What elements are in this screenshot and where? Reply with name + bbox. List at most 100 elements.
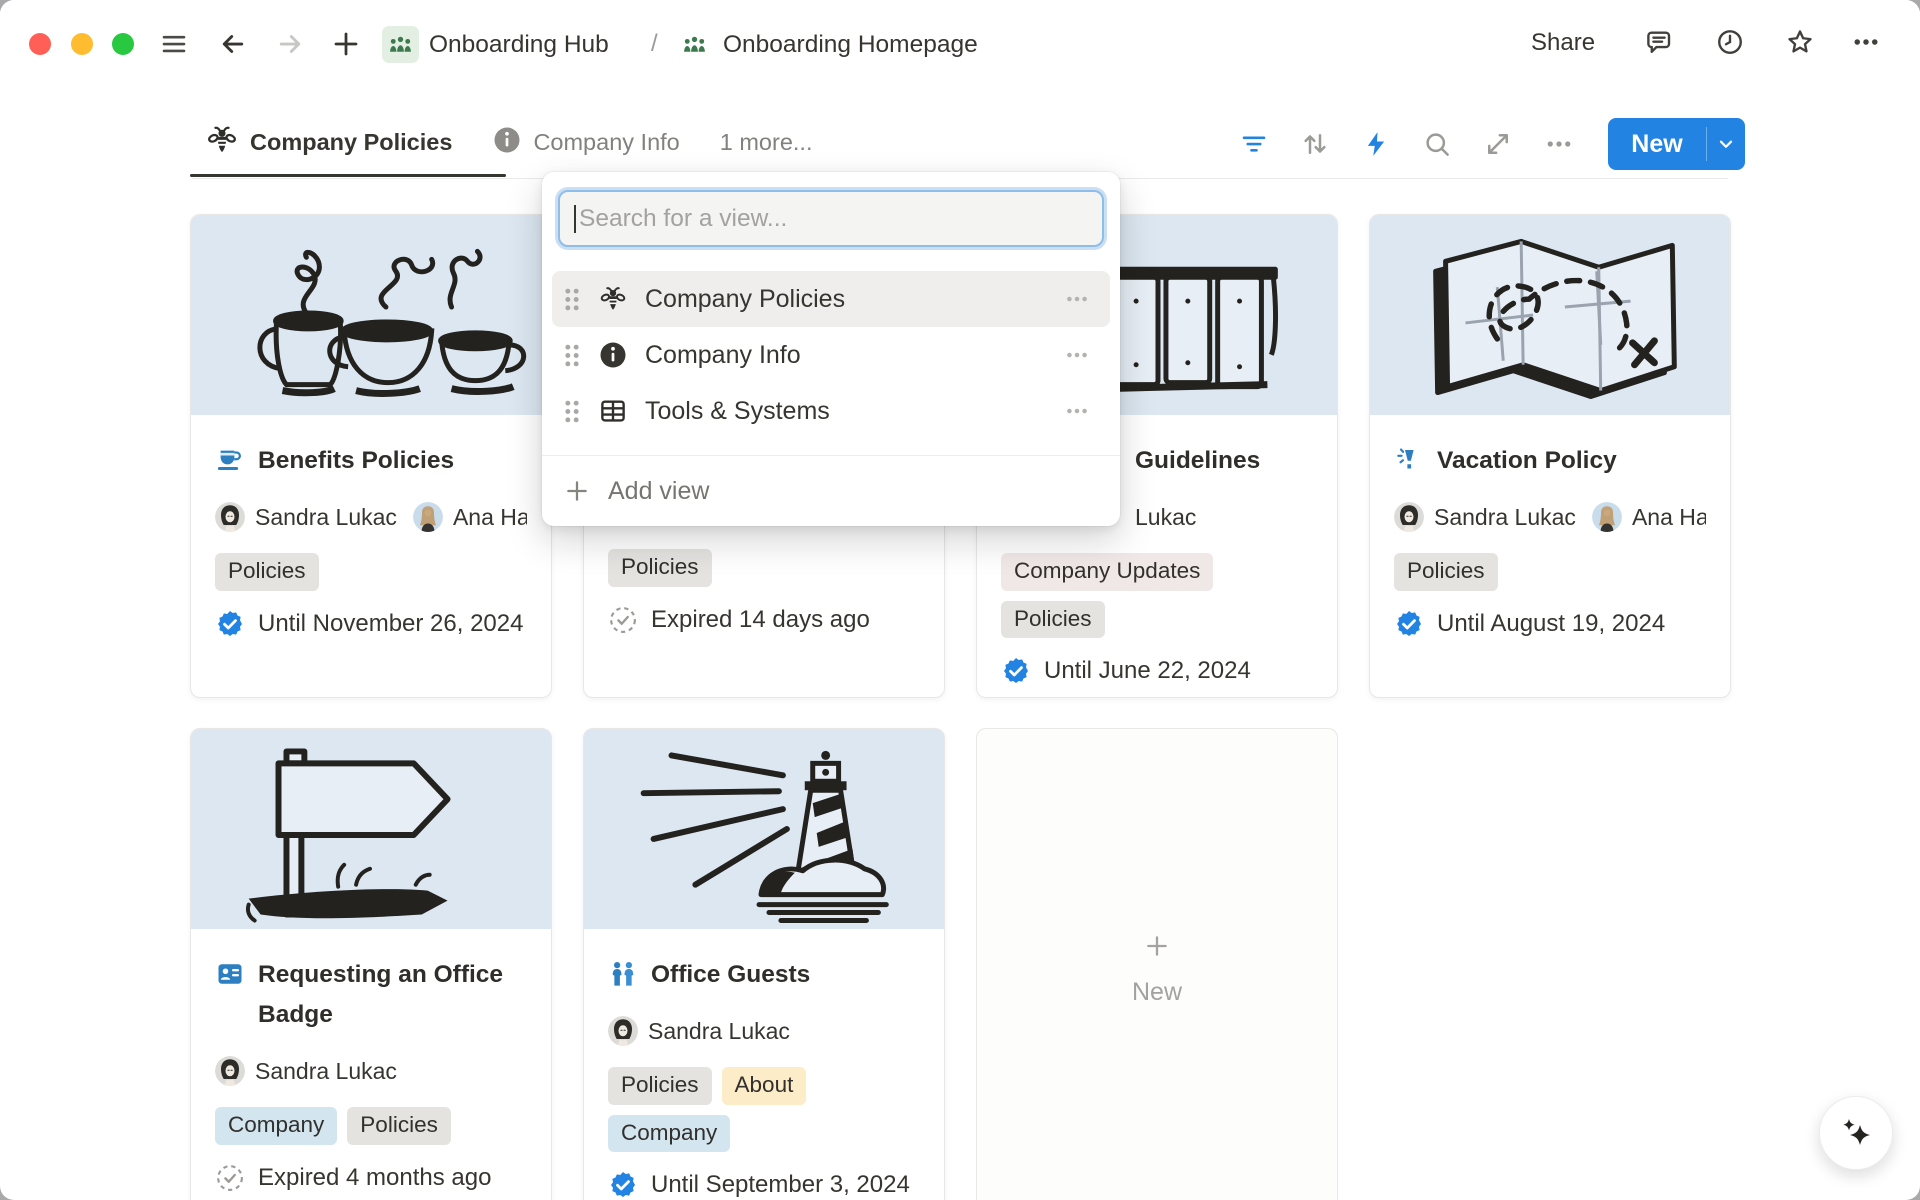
item-options-ellipsis-icon[interactable] bbox=[1064, 286, 1090, 312]
favorite-star-icon[interactable] bbox=[1784, 26, 1816, 58]
views-list: Company Policies Company Info Tools & Syst… bbox=[552, 271, 1110, 439]
drag-handle-icon[interactable] bbox=[564, 400, 580, 423]
person: Ana Hau bbox=[1592, 502, 1706, 532]
view-toolbar: New bbox=[1238, 118, 1745, 170]
status-text: Until November 26, 2024 bbox=[258, 610, 523, 638]
window-titlebar: Onboarding Hub / Onboarding Homepage Sha… bbox=[0, 0, 1920, 88]
person: Sandra Lukac bbox=[1394, 502, 1576, 532]
card-tags-row: Company UpdatesPolicies bbox=[1001, 553, 1313, 638]
card-body: Vacation PolicySandra LukacAna HauPolici… bbox=[1370, 415, 1730, 661]
card-title-row: Benefits Policies bbox=[215, 441, 527, 481]
verified-badge-icon bbox=[1394, 609, 1424, 639]
tabs-more-link[interactable]: 1 more... bbox=[720, 129, 813, 156]
new-card-placeholder[interactable]: New bbox=[976, 728, 1338, 1200]
card-body: Office GuestsSandra LukacPoliciesAboutCo… bbox=[584, 929, 944, 1200]
ai-assistant-button[interactable] bbox=[1819, 1096, 1893, 1170]
automation-lightning-icon[interactable] bbox=[1360, 128, 1392, 160]
card-cover-illustration bbox=[1370, 215, 1730, 415]
breadcrumb-separator: / bbox=[651, 30, 658, 58]
view-menu-item-label: Company Policies bbox=[645, 285, 1064, 314]
tab-company-info[interactable]: Company Info bbox=[492, 125, 679, 160]
comments-icon[interactable] bbox=[1643, 26, 1675, 58]
gallery-card[interactable]: Vacation PolicySandra LukacAna HauPolici… bbox=[1369, 214, 1731, 698]
tag-chip: Company bbox=[608, 1115, 730, 1153]
more-options-icon[interactable] bbox=[1850, 26, 1882, 58]
card-status-row: Until September 3, 2024 bbox=[608, 1170, 920, 1200]
card-title: Benefits Policies bbox=[258, 441, 454, 481]
expand-view-icon[interactable] bbox=[1482, 128, 1514, 160]
card-people-row: Sandra LukacAna Ha bbox=[215, 501, 527, 533]
minimize-window-button[interactable] bbox=[71, 33, 93, 55]
sidebar-menu-icon[interactable] bbox=[158, 28, 190, 60]
view-menu-item[interactable]: Company Policies bbox=[552, 271, 1110, 327]
view-tabs: Company Policies Company Info 1 more... bbox=[205, 123, 812, 162]
add-view-label: Add view bbox=[608, 477, 709, 506]
new-button[interactable]: New bbox=[1608, 118, 1745, 170]
breadcrumb-onboarding-hub[interactable]: Onboarding Hub bbox=[382, 26, 609, 63]
card-title-row: Requesting an Office Badge bbox=[215, 955, 527, 1035]
tag-chip: Policies bbox=[1001, 601, 1105, 639]
view-menu-item-label: Tools & Systems bbox=[645, 397, 1064, 426]
item-options-ellipsis-icon[interactable] bbox=[1064, 398, 1090, 424]
history-clock-icon[interactable] bbox=[1714, 26, 1746, 58]
item-options-ellipsis-icon[interactable] bbox=[1064, 342, 1090, 368]
card-title: Vacation Policy bbox=[1437, 441, 1617, 481]
card-cover-illustration bbox=[584, 729, 944, 929]
card-tags-row: PoliciesAboutCompany bbox=[608, 1067, 920, 1152]
views-dropdown: Search for a view... Company PoliciesCom… bbox=[542, 172, 1120, 526]
back-icon[interactable] bbox=[217, 28, 249, 60]
new-button-label: New bbox=[1608, 130, 1706, 159]
card-cover-illustration bbox=[191, 729, 551, 929]
status-text: Expired 4 months ago bbox=[258, 1164, 491, 1192]
view-search-input[interactable]: Search for a view... bbox=[558, 190, 1104, 247]
card-tags-row: Policies bbox=[215, 553, 527, 591]
tag-chip: About bbox=[722, 1067, 807, 1105]
card-tags-row: CompanyPolicies bbox=[215, 1107, 527, 1145]
avatar bbox=[1592, 502, 1622, 532]
card-title-row: Office Guests bbox=[608, 955, 920, 995]
breadcrumb-onboarding-homepage[interactable]: Onboarding Homepage bbox=[676, 26, 978, 63]
new-page-plus-icon[interactable] bbox=[330, 28, 362, 60]
sort-icon[interactable] bbox=[1299, 128, 1331, 160]
card-title: Guidelines bbox=[1135, 441, 1260, 481]
search-icon[interactable] bbox=[1421, 128, 1453, 160]
view-more-icon[interactable] bbox=[1543, 128, 1575, 160]
avatar bbox=[413, 502, 443, 532]
bee-icon bbox=[598, 284, 628, 314]
tab-company-policies[interactable]: Company Policies bbox=[205, 123, 452, 162]
close-window-button[interactable] bbox=[29, 33, 51, 55]
tag-chip: Policies bbox=[215, 553, 319, 591]
person: Ana Ha bbox=[413, 502, 527, 532]
person-name: Sandra Lukac bbox=[1434, 504, 1576, 531]
forward-icon[interactable] bbox=[274, 28, 306, 60]
two-people-icon bbox=[608, 959, 638, 989]
view-menu-item[interactable]: Company Info bbox=[552, 327, 1110, 383]
chevron-down-icon[interactable] bbox=[1707, 133, 1745, 155]
share-button[interactable]: Share bbox=[1531, 29, 1595, 57]
person: Sandra Lukac bbox=[215, 1056, 397, 1086]
card-status-row: Expired 4 months ago bbox=[215, 1163, 527, 1200]
gallery-card[interactable]: Requesting an Office Badge Sandra Lukac Co… bbox=[190, 728, 552, 1200]
add-view-button[interactable]: Add view bbox=[558, 456, 1104, 526]
expired-circle-icon bbox=[608, 605, 638, 635]
status-text: Expired 14 days ago bbox=[651, 606, 870, 634]
gallery-card[interactable]: Benefits Policies Sandra LukacAna Ha Polic… bbox=[190, 214, 552, 698]
zoom-window-button[interactable] bbox=[112, 33, 134, 55]
card-status-row: Until June 22, 2024 bbox=[1001, 656, 1313, 698]
new-card-label: New bbox=[1132, 978, 1182, 1007]
view-menu-item[interactable]: Tools & Systems bbox=[552, 383, 1110, 439]
card-title-row: Vacation Policy bbox=[1394, 441, 1706, 481]
avatar bbox=[215, 502, 245, 532]
sparkles-icon bbox=[1836, 1113, 1876, 1153]
card-people-row: Sandra Lukac Ana Hau bbox=[1394, 501, 1706, 533]
card-body: Requesting an Office Badge Sandra Lukac Co… bbox=[191, 929, 551, 1200]
filter-icon[interactable] bbox=[1238, 128, 1270, 160]
info-icon bbox=[598, 340, 628, 370]
drag-handle-icon[interactable] bbox=[564, 344, 580, 367]
app-window: Onboarding Hub / Onboarding Homepage Sha… bbox=[0, 0, 1920, 1200]
card-body: Benefits Policies Sandra LukacAna Ha Polic… bbox=[191, 415, 551, 661]
gallery-card[interactable]: Office GuestsSandra LukacPoliciesAboutCo… bbox=[583, 728, 945, 1200]
verified-badge-icon bbox=[1001, 656, 1031, 686]
card-title: Requesting an Office Badge bbox=[258, 955, 527, 1035]
drag-handle-icon[interactable] bbox=[564, 288, 580, 311]
